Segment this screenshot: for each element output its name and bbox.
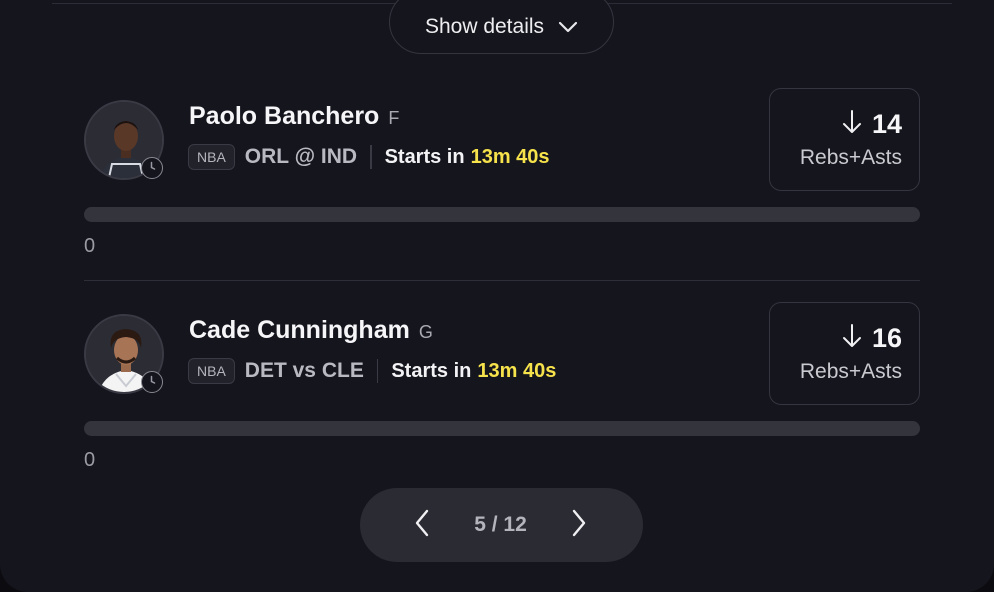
league-badge: NBA xyxy=(188,144,235,170)
down-arrow-icon xyxy=(842,323,862,354)
current-value: 0 xyxy=(84,449,96,471)
matchup: DET vs CLE xyxy=(244,359,364,382)
projection-value: 14 xyxy=(871,109,902,139)
countdown-timer: 13m 40s xyxy=(470,145,550,168)
show-details-label: Show details xyxy=(424,15,545,38)
game-meta: NBA DET vs CLE Starts in 13m 40s xyxy=(188,358,556,384)
starts-label: Starts in xyxy=(384,145,465,168)
progress-bar xyxy=(84,207,920,222)
show-details-button[interactable]: Show details xyxy=(389,0,614,54)
player-name-line: Cade Cunningham G xyxy=(189,316,433,345)
player-position: G xyxy=(418,322,433,342)
game-meta: NBA ORL @ IND Starts in 13m 40s xyxy=(188,144,550,170)
chevron-down-icon xyxy=(558,21,578,33)
countdown-timer: 13m 40s xyxy=(477,359,557,382)
chevron-left-icon xyxy=(414,509,430,542)
stat-type: Rebs+Asts xyxy=(799,360,902,383)
clock-icon xyxy=(141,157,163,179)
player-name: Cade Cunningham xyxy=(189,316,410,344)
matchup: ORL @ IND xyxy=(244,145,358,168)
starts-label: Starts in xyxy=(391,359,472,382)
pagination: 5 / 12 xyxy=(360,488,643,562)
player-position: F xyxy=(388,108,400,128)
row-divider xyxy=(84,280,920,281)
projection-box[interactable]: 16 Rebs+Asts xyxy=(769,302,920,405)
progress-bar xyxy=(84,421,920,436)
chevron-right-icon xyxy=(571,509,587,542)
stat-type: Rebs+Asts xyxy=(799,146,902,169)
meta-separator xyxy=(370,145,372,169)
clock-icon xyxy=(141,371,163,393)
down-arrow-icon xyxy=(842,109,862,140)
league-badge: NBA xyxy=(188,358,235,384)
projection-box[interactable]: 14 Rebs+Asts xyxy=(769,88,920,191)
next-page-button[interactable] xyxy=(567,509,591,542)
current-value: 0 xyxy=(84,235,96,257)
player-name: Paolo Banchero xyxy=(189,102,380,130)
meta-separator xyxy=(376,359,379,383)
projection-value: 16 xyxy=(871,323,902,353)
prev-page-button[interactable] xyxy=(410,509,434,542)
player-name-line: Paolo Banchero F xyxy=(189,102,399,131)
page-indicator: 5 / 12 xyxy=(474,513,527,536)
